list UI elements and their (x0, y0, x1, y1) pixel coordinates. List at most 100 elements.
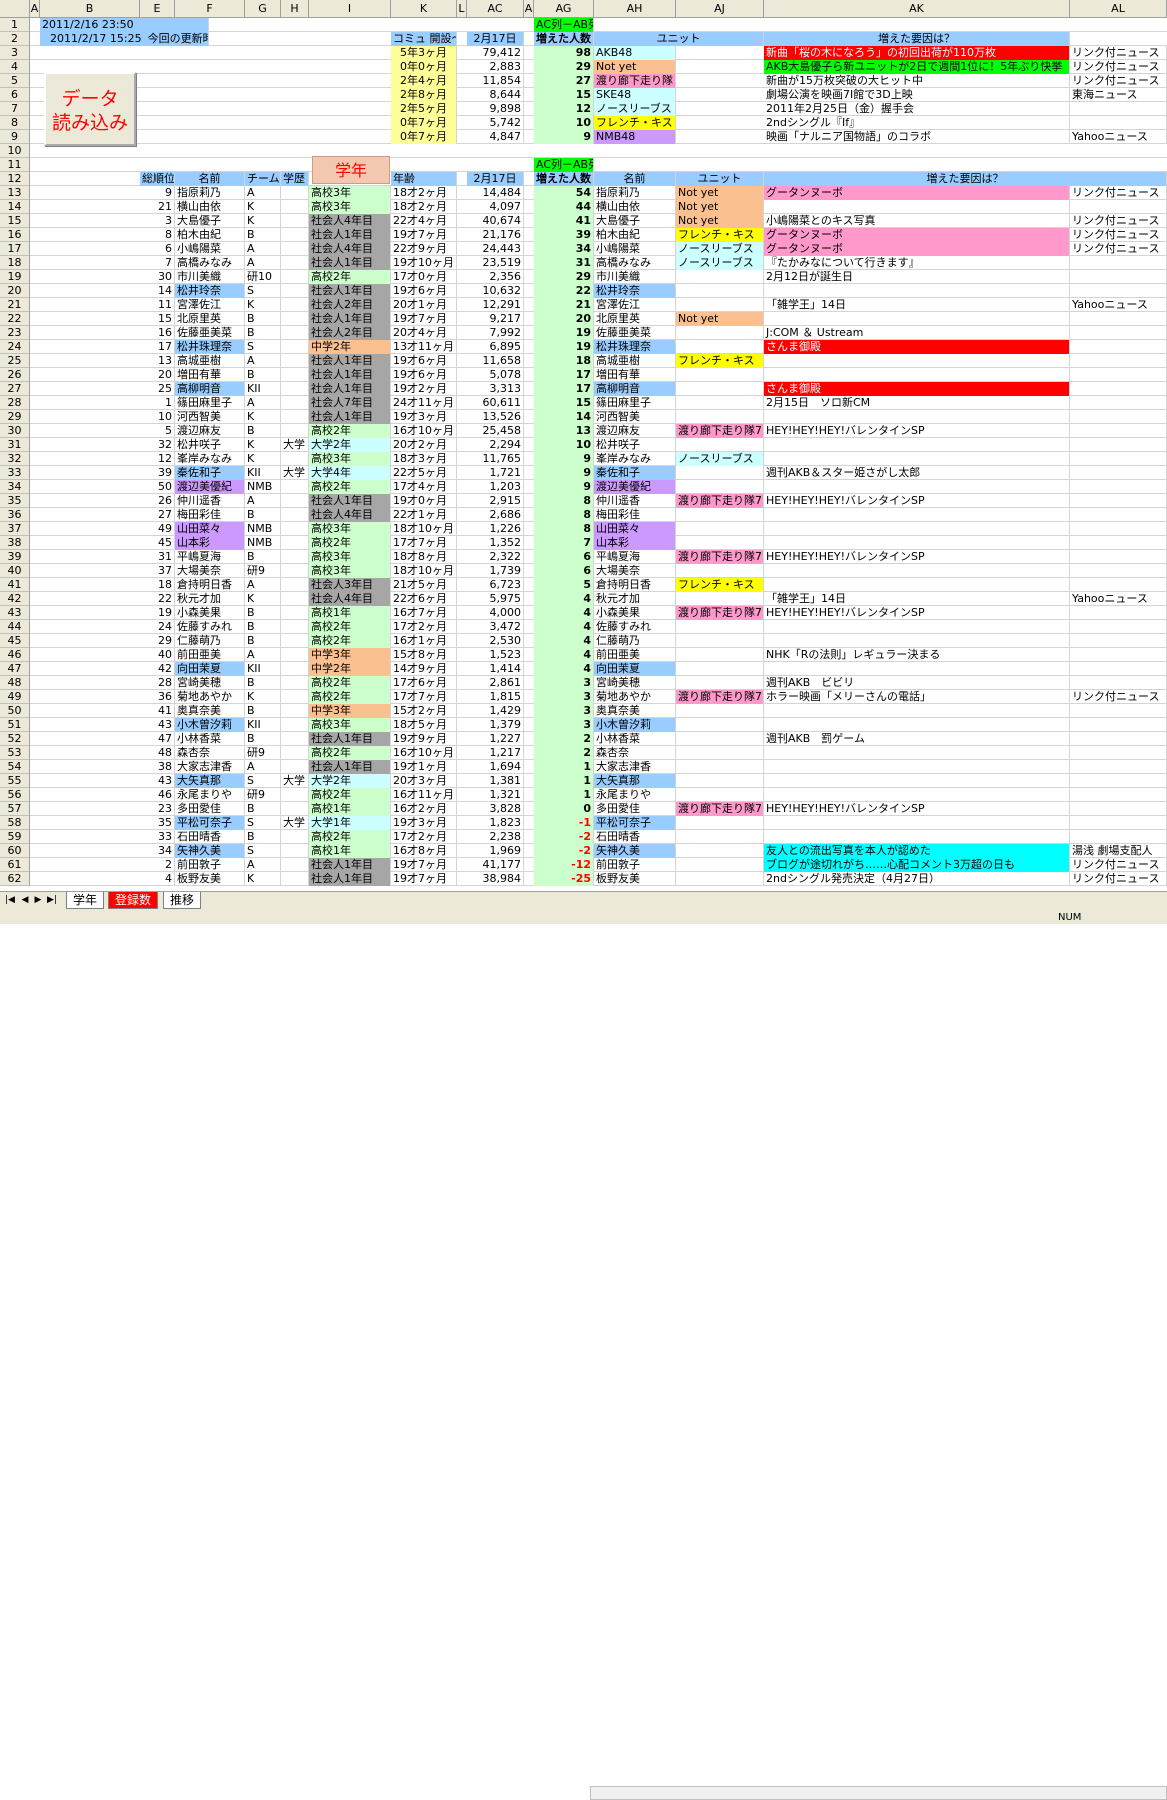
cell[interactable]: 3,828 (467, 802, 524, 816)
cell[interactable]: 1,523 (467, 648, 524, 662)
cell[interactable] (764, 312, 1070, 326)
cell[interactable]: 16才1ヶ月 (391, 634, 457, 648)
cell[interactable]: 98 (534, 46, 594, 60)
cell[interactable]: 社会人4年目 (309, 592, 391, 606)
cell[interactable] (281, 620, 309, 634)
cell[interactable]: 8 (534, 494, 594, 508)
cell[interactable]: 3 (534, 690, 594, 704)
cell[interactable] (1070, 676, 1167, 690)
row-header[interactable]: 60 (0, 844, 29, 858)
cell[interactable] (764, 746, 1070, 760)
community-open-header[interactable]: コミュ 開設～ (391, 32, 457, 46)
row-header[interactable]: 23 (0, 326, 29, 340)
cell[interactable]: 渡り廊下走り隊7 (676, 494, 764, 508)
cell[interactable]: 渡り廊下走り隊7 (676, 424, 764, 438)
cell[interactable] (281, 690, 309, 704)
cell[interactable]: 社会人1年目 (309, 494, 391, 508)
cell[interactable]: フレンチ・キス (676, 354, 764, 368)
cell[interactable] (676, 340, 764, 354)
cell[interactable]: 高校2年 (309, 830, 391, 844)
cell[interactable]: 4,847 (467, 130, 524, 144)
cell[interactable]: 20才2ヶ月 (391, 438, 457, 452)
cell[interactable]: 13 (534, 424, 594, 438)
rank-header[interactable]: 総順位 (140, 172, 175, 186)
cell[interactable]: 週刊AKB＆スター姫さがし太郎 (764, 466, 1070, 480)
member-name[interactable]: 篠田麻里子 (175, 396, 245, 410)
cell[interactable] (1070, 410, 1167, 424)
cell[interactable]: NHK「Rの法則」レギュラー決まる (764, 648, 1070, 662)
cell[interactable] (281, 522, 309, 536)
cell[interactable] (676, 410, 764, 424)
cell[interactable] (676, 396, 764, 410)
rank-cell[interactable]: 11 (140, 298, 175, 312)
cell[interactable]: 1 (534, 788, 594, 802)
cell[interactable] (281, 746, 309, 760)
cell[interactable]: ホラー映画「メリーさんの電話」 (764, 690, 1070, 704)
cell[interactable]: 1,429 (467, 704, 524, 718)
cell[interactable] (1070, 438, 1167, 452)
row-header[interactable]: 53 (0, 746, 29, 760)
cell[interactable] (764, 718, 1070, 732)
cell[interactable]: 0年7ヶ月 (391, 130, 457, 144)
cell[interactable]: 19才3ヶ月 (391, 410, 457, 424)
member-name[interactable]: 板野友美 (594, 872, 676, 886)
member-name[interactable]: 奥真奈美 (594, 704, 676, 718)
row-header[interactable]: 54 (0, 760, 29, 774)
member-name[interactable]: 佐藤すみれ (594, 620, 676, 634)
cell[interactable] (281, 704, 309, 718)
cell[interactable]: HEY!HEY!HEY!バレンタインSP (764, 550, 1070, 564)
cell[interactable]: 19才7ヶ月 (391, 312, 457, 326)
member-name[interactable]: 多田愛佳 (594, 802, 676, 816)
member-name[interactable]: 大矢真那 (175, 774, 245, 788)
cell[interactable]: 17才7ヶ月 (391, 536, 457, 550)
member-name[interactable]: 渡辺美優紀 (594, 480, 676, 494)
cell[interactable]: 高校1年 (309, 844, 391, 858)
tab-gakunen[interactable]: 学年 (66, 892, 105, 909)
member-name[interactable]: 横山由依 (594, 200, 676, 214)
cell[interactable] (281, 648, 309, 662)
cell[interactable]: 1,739 (467, 564, 524, 578)
cell[interactable] (676, 816, 764, 830)
cell[interactable]: 29 (534, 60, 594, 74)
cell[interactable]: 16才10ヶ月 (391, 424, 457, 438)
cell[interactable] (676, 746, 764, 760)
member-name[interactable]: 高柳明音 (594, 382, 676, 396)
cell[interactable]: リンク付ニュース (1070, 690, 1167, 704)
cell[interactable]: フレンチ・キス (594, 116, 676, 130)
cell[interactable]: 8 (534, 522, 594, 536)
cell[interactable]: リンク付ニュース (1070, 46, 1167, 60)
cell[interactable]: 10 (534, 438, 594, 452)
cell[interactable]: 19才7ヶ月 (391, 228, 457, 242)
cell[interactable]: 3 (534, 704, 594, 718)
cell[interactable]: 5,742 (467, 116, 524, 130)
cell[interactable]: K (245, 438, 281, 452)
cell[interactable] (764, 508, 1070, 522)
cell[interactable]: 17才4ヶ月 (391, 480, 457, 494)
row-header[interactable]: 47 (0, 662, 29, 676)
cell[interactable]: Not yet (676, 200, 764, 214)
cell[interactable] (281, 270, 309, 284)
member-name[interactable]: 石田晴香 (175, 830, 245, 844)
cell[interactable]: リンク付ニュース (1070, 60, 1167, 74)
select-all-corner[interactable] (0, 0, 30, 18)
cell[interactable]: 9 (534, 452, 594, 466)
cell[interactable]: 2,294 (467, 438, 524, 452)
member-name[interactable]: 平嶋夏海 (594, 550, 676, 564)
cell[interactable]: 18才2ヶ月 (391, 200, 457, 214)
cell[interactable] (281, 802, 309, 816)
cell[interactable]: 22才5ヶ月 (391, 466, 457, 480)
cell[interactable]: 18才10ヶ月 (391, 522, 457, 536)
cell[interactable]: 社会人2年目 (309, 298, 391, 312)
cell[interactable]: 79,412 (467, 46, 524, 60)
column-header-9[interactable]: AC (467, 0, 524, 18)
row-header[interactable]: 9 (0, 130, 29, 144)
rank-cell[interactable]: 10 (140, 410, 175, 424)
cell[interactable]: NMB48 (594, 130, 676, 144)
member-name[interactable]: 渡辺麻友 (175, 424, 245, 438)
member-name[interactable]: 小林香菜 (175, 732, 245, 746)
cell[interactable] (676, 284, 764, 298)
cell[interactable]: 1,969 (467, 844, 524, 858)
cell[interactable]: 『たかみなについて行きます』 (764, 256, 1070, 270)
rank-cell[interactable]: 43 (140, 774, 175, 788)
cell[interactable] (281, 298, 309, 312)
